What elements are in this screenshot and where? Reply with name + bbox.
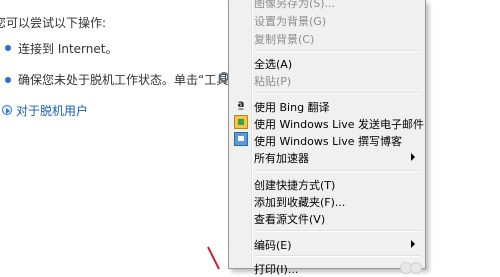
- menu-separator: [255, 230, 421, 232]
- menu-item-label: 所有加速器: [254, 152, 309, 165]
- menu-item-label: 添加到收藏夹(F)...: [254, 196, 346, 209]
- bullet-connect: 连接到 Internet。: [18, 42, 118, 56]
- menu-item-live-blog[interactable]: 使用 Windows Live 撰写博客: [231, 131, 423, 149]
- menu-separator: [255, 50, 421, 52]
- bullet-icon: [5, 77, 11, 83]
- menu-item-live-email[interactable]: 使用 Windows Live 发送电子邮件: [231, 114, 425, 132]
- submenu-arrow-icon: [411, 240, 415, 248]
- menu-item-label: 使用 Windows Live 发送电子邮件: [254, 118, 425, 131]
- menu-separator: [255, 92, 421, 94]
- menu-item-label: 打印(I)...: [254, 263, 299, 276]
- menu-item-label: 复制背景(C): [254, 33, 315, 46]
- menu-separator: [255, 255, 421, 257]
- arrow-link-icon: [2, 105, 12, 115]
- menu-item-view-source[interactable]: 查看源文件(V): [231, 209, 423, 227]
- bing-translate-icon: a̲: [237, 99, 245, 110]
- menu-item-encoding[interactable]: 编码(E): [231, 235, 423, 253]
- menu-item-label: 粘贴(P): [254, 75, 292, 88]
- menu-item-label: 设置为背景(G): [254, 15, 327, 28]
- menu-item-paste[interactable]: 粘贴(P): [231, 71, 423, 89]
- scroll-knob[interactable]: [410, 262, 422, 274]
- menu-item-label: 查看源文件(V): [254, 213, 326, 226]
- menu-separator: [255, 170, 421, 172]
- bullet-icon: [5, 45, 11, 51]
- intro-text: 您可以尝试以下操作:: [0, 16, 107, 30]
- menu-item-set-background[interactable]: 设置为背景(G): [231, 11, 423, 29]
- menu-item-select-all[interactable]: 全选(A): [231, 54, 423, 72]
- menu-item-label: 编码(E): [254, 239, 292, 252]
- menu-item-add-favorites[interactable]: 添加到收藏夹(F)...: [231, 192, 423, 210]
- context-menu: 图像另存为(S)... 设置为背景(G) 复制背景(C) 全选(A) 粘贴(P)…: [228, 0, 426, 276]
- menu-item-label: 使用 Windows Live 撰写博客: [254, 135, 403, 148]
- menu-item-label: 使用 Bing 翻译: [254, 101, 330, 114]
- red-line-decoration: [207, 246, 220, 270]
- menu-item-save-image[interactable]: 图像另存为(S)...: [231, 0, 423, 11]
- bullet-offline: 确保您未处于脱机工作状态。单击“工具”: [18, 73, 235, 87]
- offline-users-link[interactable]: 对于脱机用户: [16, 102, 88, 119]
- menu-item-print[interactable]: 打印(I)...: [231, 259, 423, 277]
- menu-item-label: 创建快捷方式(T): [254, 179, 336, 192]
- menu-item-label: 全选(A): [254, 58, 293, 71]
- menu-item-bing-translate[interactable]: a̲ 使用 Bing 翻译: [231, 97, 423, 115]
- menu-item-copy-background[interactable]: 复制背景(C): [231, 29, 423, 47]
- windows-live-mail-icon: [234, 115, 248, 129]
- menu-item-create-shortcut[interactable]: 创建快捷方式(T): [231, 175, 423, 193]
- menu-item-all-accelerators[interactable]: 所有加速器: [231, 148, 423, 166]
- menu-item-label: 图像另存为(S)...: [254, 0, 336, 10]
- submenu-arrow-icon: [411, 153, 415, 161]
- windows-live-writer-icon: [234, 132, 248, 146]
